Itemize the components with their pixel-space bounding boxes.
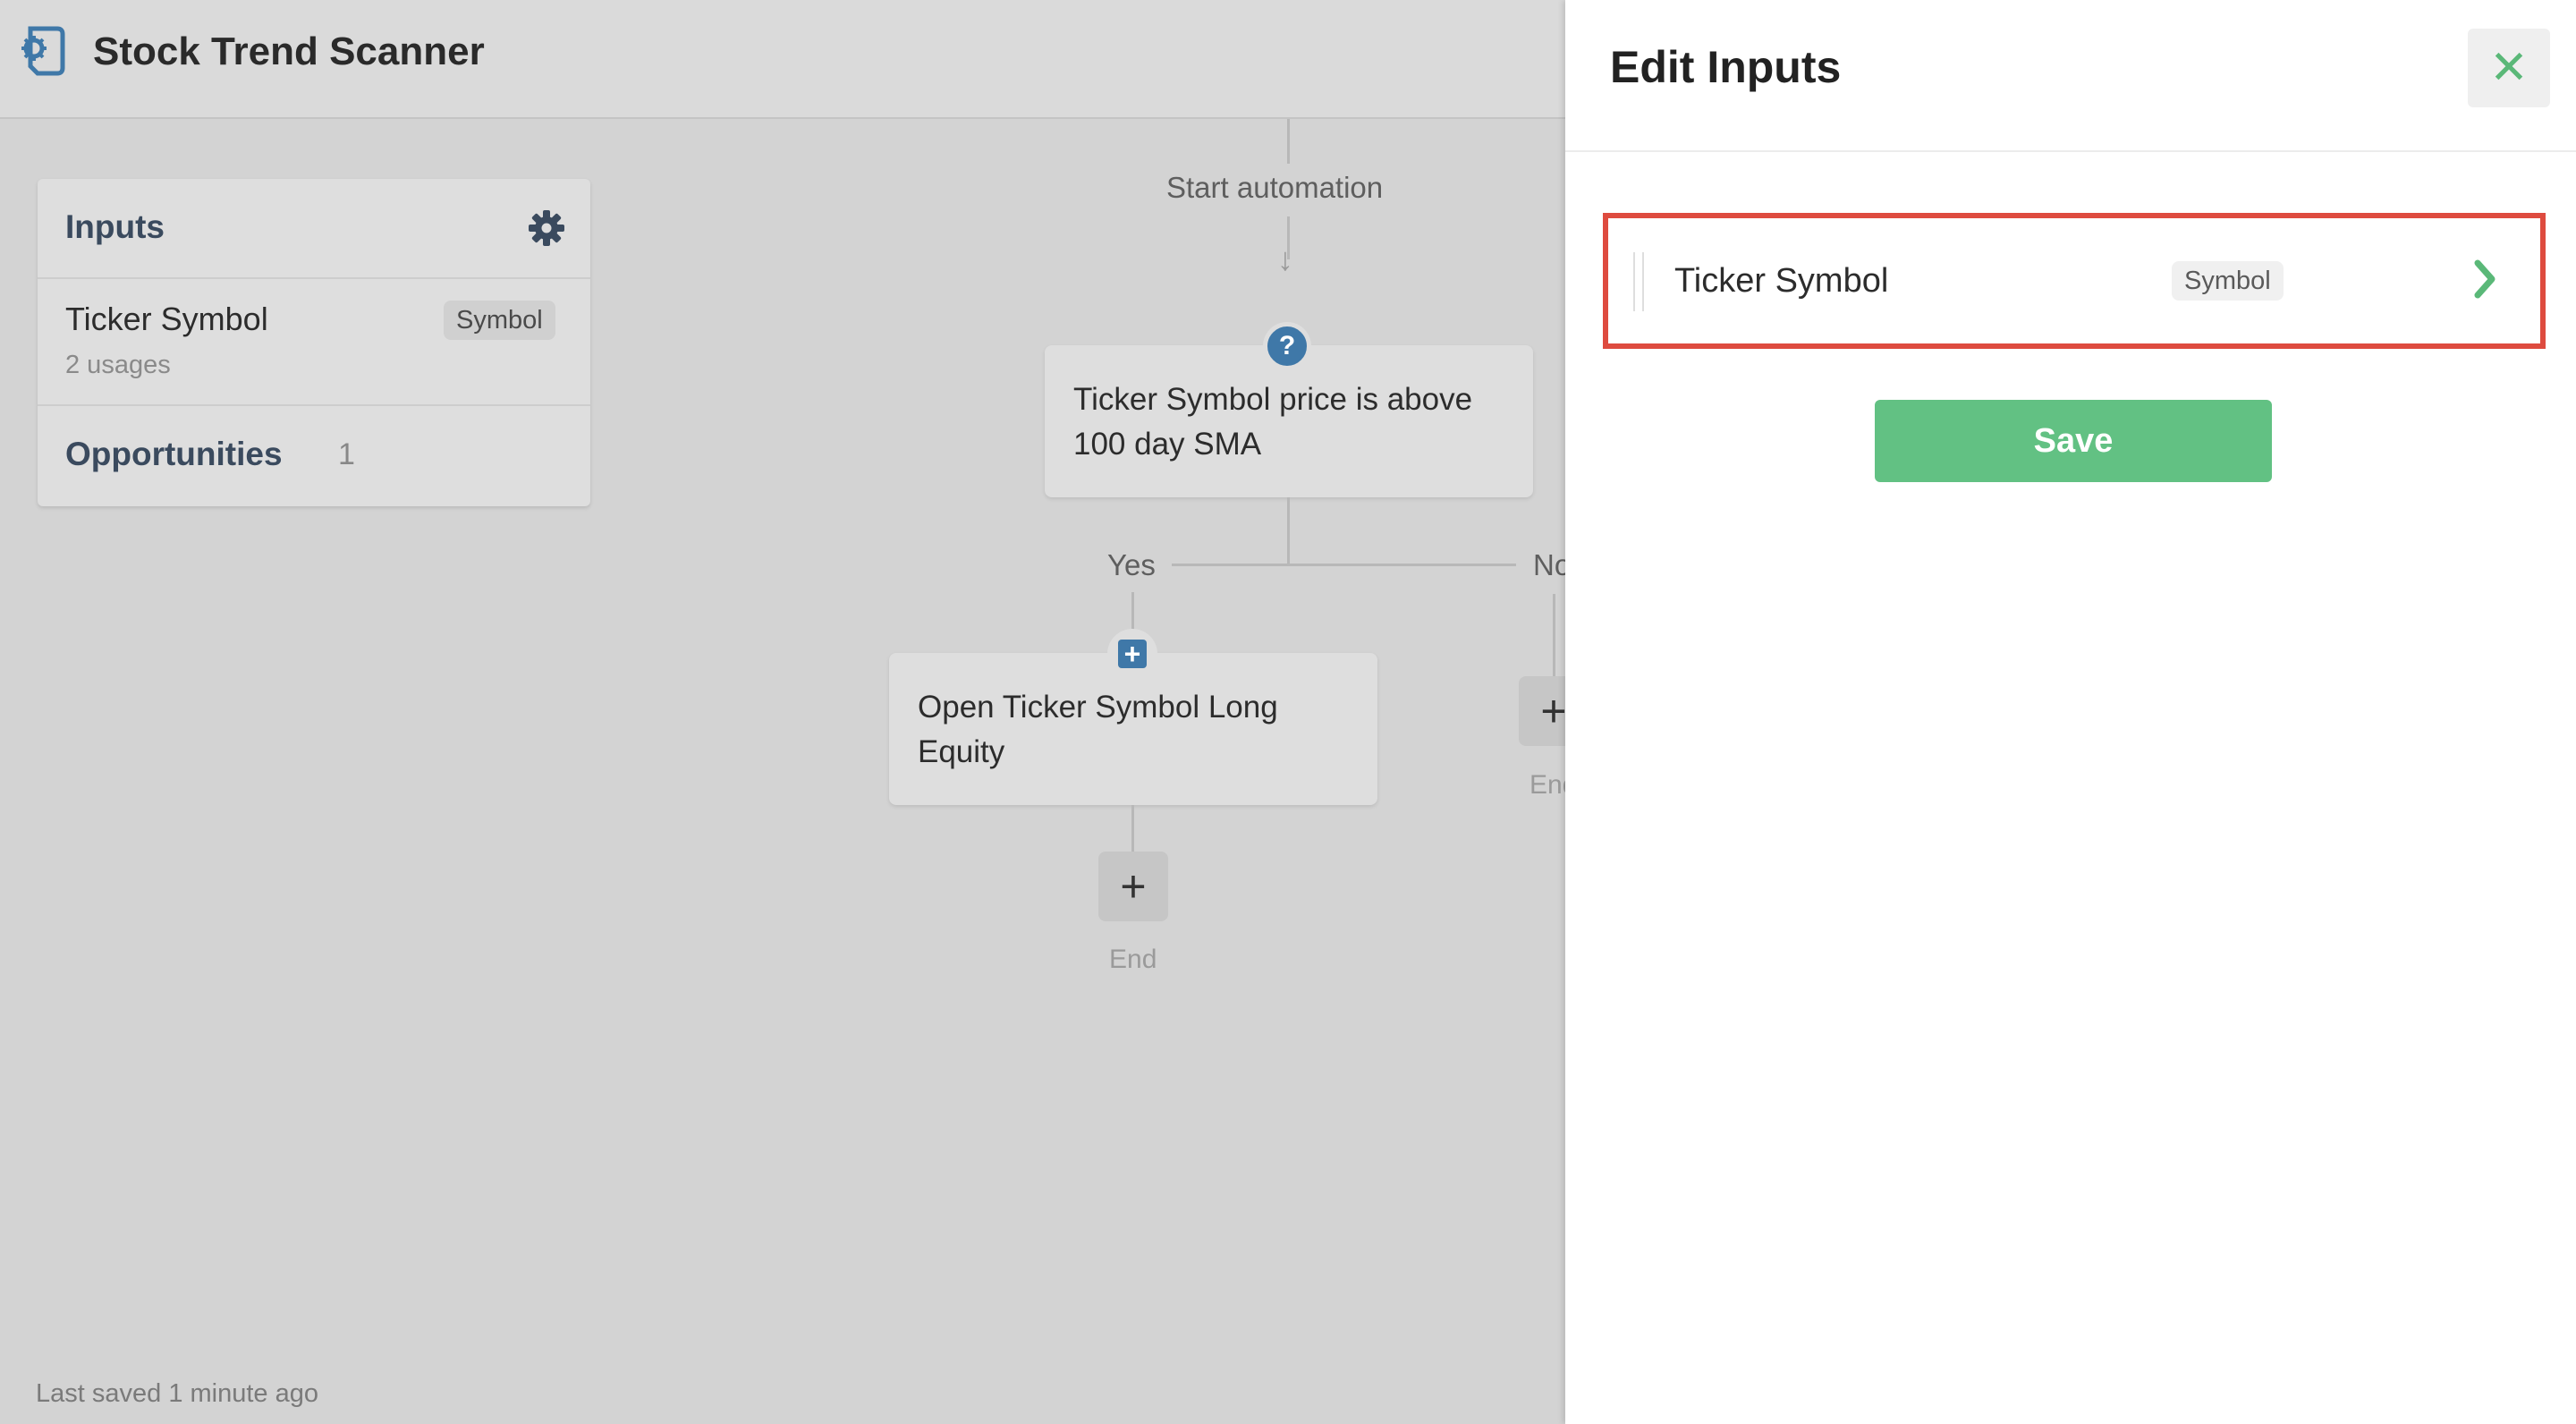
edit-inputs-panel: Edit Inputs ✕ Ticker Symbol Symbol Save <box>1565 0 2576 1424</box>
inputs-card-header: Inputs <box>38 179 590 279</box>
input-row-ticker-symbol[interactable]: Ticker Symbol Symbol 2 usages <box>38 279 590 406</box>
branch-yes-label: Yes <box>1107 548 1156 581</box>
app-title: Stock Trend Scanner <box>93 30 485 73</box>
document-gear-icon <box>21 26 65 76</box>
add-step-button-yes[interactable]: + <box>1098 852 1168 921</box>
input-usage-count: 2 usages <box>65 351 171 379</box>
inputs-card: Inputs Ticker Symbol Symbol 2 usages Opp… <box>38 179 590 506</box>
connector-action <box>1131 805 1134 852</box>
highlight-box <box>1603 213 2546 349</box>
add-action-icon: + <box>1118 640 1147 668</box>
opportunities-label[interactable]: Opportunities <box>65 431 283 478</box>
end-label-yes: End <box>1109 945 1157 974</box>
top-bar: Stock Trend Scanner <box>0 0 1565 119</box>
last-saved-status: Last saved 1 minute ago <box>36 1379 318 1408</box>
connector-no <box>1553 594 1555 676</box>
action-text-line1: Open Ticker Symbol Long <box>918 690 1278 725</box>
connector-top <box>1287 119 1290 164</box>
condition-text-line1: Ticker Symbol price is above <box>1073 382 1473 417</box>
connector-condition <box>1287 497 1290 565</box>
branch-line <box>1172 564 1516 566</box>
panel-title: Edit Inputs <box>1610 42 1842 92</box>
question-icon: ? <box>1263 322 1311 370</box>
close-button[interactable]: ✕ <box>2468 29 2550 107</box>
panel-header: Edit Inputs ✕ <box>1565 0 2576 152</box>
arrow-down-icon: ↓ <box>1277 241 1293 277</box>
automation-editor: Stock Trend Scanner Inputs Ticker Symbol… <box>0 0 1589 1424</box>
action-text-line2: Equity <box>918 734 1005 769</box>
input-type-badge: Symbol <box>444 301 555 340</box>
inputs-card-title: Inputs <box>65 208 165 245</box>
gear-icon[interactable] <box>528 209 565 247</box>
opportunities-count: 1 <box>338 437 355 471</box>
save-button[interactable]: Save <box>1875 400 2272 482</box>
start-automation-label: Start automation <box>1166 171 1384 204</box>
input-name: Ticker Symbol <box>65 301 268 337</box>
condition-text-line2: 100 day SMA <box>1073 427 1262 462</box>
